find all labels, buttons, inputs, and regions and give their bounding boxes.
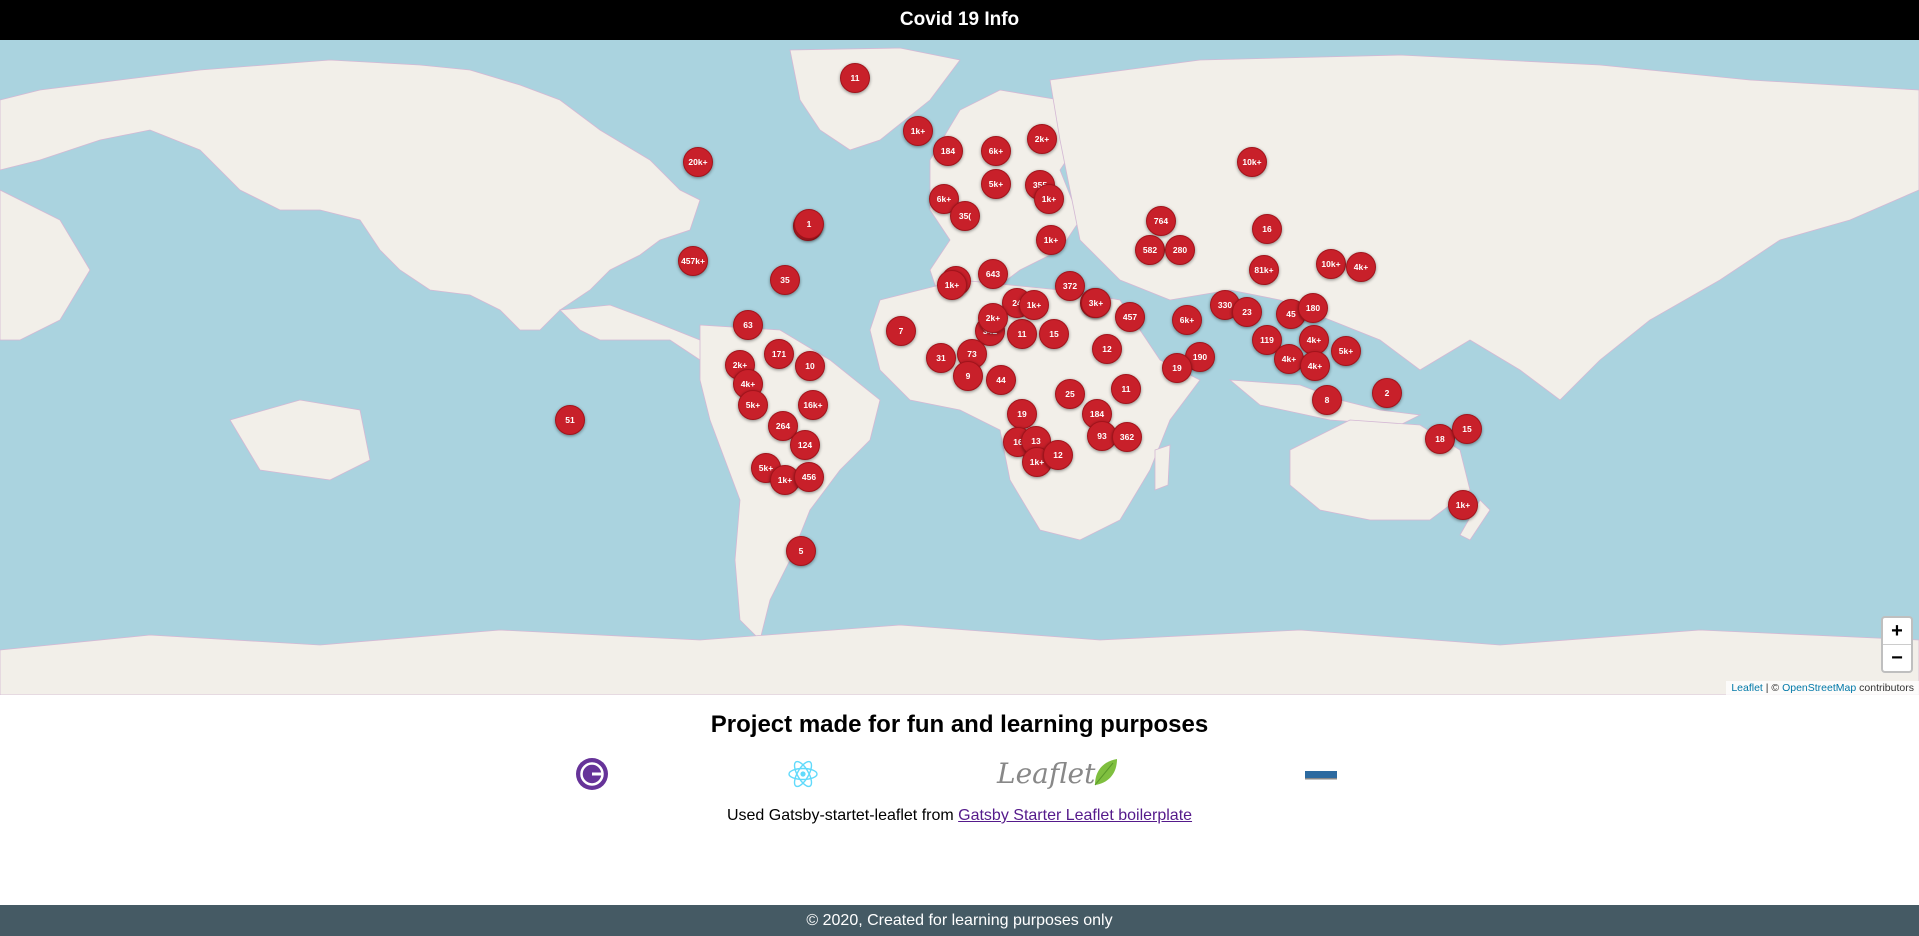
attribution-separator: | © (1762, 682, 1783, 694)
case-marker[interactable]: 81k+ (1249, 255, 1279, 285)
case-marker[interactable]: 4k+ (1346, 252, 1376, 282)
map-attribution: Leaflet | © OpenStreetMap contributors (1726, 681, 1919, 695)
case-marker[interactable]: 2k+ (1027, 124, 1057, 154)
world-map[interactable]: 111k+1846k+2k+3551k+20k+110k+5k+6k+35(1k… (0, 40, 1919, 695)
case-marker[interactable]: 180 (1298, 293, 1328, 323)
footer-text: © 2020, Created for learning purposes on… (806, 911, 1113, 929)
case-marker[interactable]: 6k+ (1172, 305, 1202, 335)
case-marker[interactable]: 1k+ (1448, 490, 1478, 520)
case-marker[interactable]: 19 (1007, 399, 1037, 429)
case-marker[interactable]: 280 (1165, 235, 1195, 265)
case-marker[interactable]: 9 (953, 361, 983, 391)
case-marker[interactable]: 31 (926, 343, 956, 373)
project-heading: Project made for fun and learning purpos… (710, 711, 1209, 738)
case-marker[interactable]: 5k+ (738, 390, 768, 420)
zoom-control: + − (1881, 616, 1913, 673)
case-marker[interactable]: 11 (1111, 374, 1141, 404)
osm-link[interactable]: OpenStreetMap (1782, 682, 1856, 694)
case-marker[interactable]: 15 (1452, 414, 1482, 444)
case-marker[interactable]: 1k+ (1034, 184, 1064, 214)
case-marker[interactable]: 6k+ (981, 136, 1011, 166)
attribution-contributors: contributors (1856, 682, 1914, 694)
case-marker[interactable]: 457k+ (678, 246, 708, 276)
case-marker[interactable]: 7 (886, 316, 916, 346)
case-marker[interactable]: 12 (1092, 334, 1122, 364)
info-section: Project made for fun and learning purpos… (0, 695, 1919, 905)
case-marker[interactable]: 10k+ (1316, 249, 1346, 279)
case-marker[interactable]: 18 (1425, 424, 1455, 454)
case-marker[interactable]: 5k+ (1331, 336, 1361, 366)
case-marker[interactable]: 44 (986, 365, 1016, 395)
case-marker[interactable]: 1k+ (937, 270, 967, 300)
case-marker[interactable]: 12 (1043, 440, 1073, 470)
case-marker[interactable]: 171 (764, 339, 794, 369)
react-logo (786, 757, 820, 791)
case-marker[interactable]: 184 (933, 136, 963, 166)
case-marker[interactable]: 362 (1112, 422, 1142, 452)
geojson-logo (1304, 757, 1338, 791)
page-footer: © 2020, Created for learning purposes on… (0, 905, 1919, 936)
credit-text: Used Gatsby-startet-leaflet from (726, 807, 959, 824)
case-marker[interactable]: 63 (733, 310, 763, 340)
case-marker[interactable]: 1k+ (1036, 225, 1066, 255)
case-marker[interactable]: 2 (1372, 378, 1402, 408)
case-marker[interactable]: 4k+ (1300, 351, 1330, 381)
case-marker[interactable]: 2k+ (978, 303, 1008, 333)
case-marker[interactable]: 16k+ (798, 390, 828, 420)
app-header: Covid 19 Info (0, 0, 1919, 40)
leaflet-link[interactable]: Leaflet (1731, 682, 1763, 694)
zoom-in-button[interactable]: + (1883, 618, 1911, 645)
case-marker[interactable]: 11 (840, 63, 870, 93)
case-marker[interactable]: 25 (1055, 379, 1085, 409)
case-marker[interactable]: 3k+ (1081, 288, 1111, 318)
leaflet-logo: Leaflet (995, 757, 1120, 791)
gatsby-logo (575, 757, 609, 791)
boilerplate-link[interactable]: Gatsby Starter Leaflet boilerplate (958, 807, 1192, 824)
case-marker[interactable]: 1k+ (903, 116, 933, 146)
tech-logos: Leaflet (0, 757, 1919, 791)
case-marker[interactable]: 457 (1115, 302, 1145, 332)
case-marker[interactable]: 10 (795, 351, 825, 381)
case-marker[interactable]: 1k+ (1019, 290, 1049, 320)
case-marker[interactable]: 582 (1135, 235, 1165, 265)
case-marker[interactable]: 35 (770, 265, 800, 295)
case-marker[interactable]: 1 (794, 209, 824, 239)
case-marker[interactable]: 19 (1162, 353, 1192, 383)
case-marker[interactable]: 5 (786, 536, 816, 566)
zoom-out-button[interactable]: − (1883, 645, 1911, 671)
case-marker[interactable]: 10k+ (1237, 147, 1267, 177)
case-marker[interactable]: 51 (555, 405, 585, 435)
case-marker[interactable]: 15 (1039, 319, 1069, 349)
case-marker[interactable]: 16 (1252, 214, 1282, 244)
case-marker[interactable]: 456 (794, 462, 824, 492)
svg-text:Leaflet: Leaflet (996, 757, 1096, 790)
app-title: Covid 19 Info (899, 9, 1020, 30)
case-marker[interactable]: 764 (1146, 206, 1176, 236)
case-marker[interactable]: 8 (1312, 385, 1342, 415)
case-marker[interactable]: 35( (950, 201, 980, 231)
credit-line: Used Gatsby-startet-leaflet from Gatsby … (0, 807, 1919, 825)
case-marker[interactable]: 643 (978, 259, 1008, 289)
case-marker[interactable]: 23 (1232, 297, 1262, 327)
case-marker[interactable]: 11 (1007, 319, 1037, 349)
case-marker[interactable]: 20k+ (683, 147, 713, 177)
case-marker[interactable]: 5k+ (981, 169, 1011, 199)
case-marker[interactable]: 124 (790, 430, 820, 460)
